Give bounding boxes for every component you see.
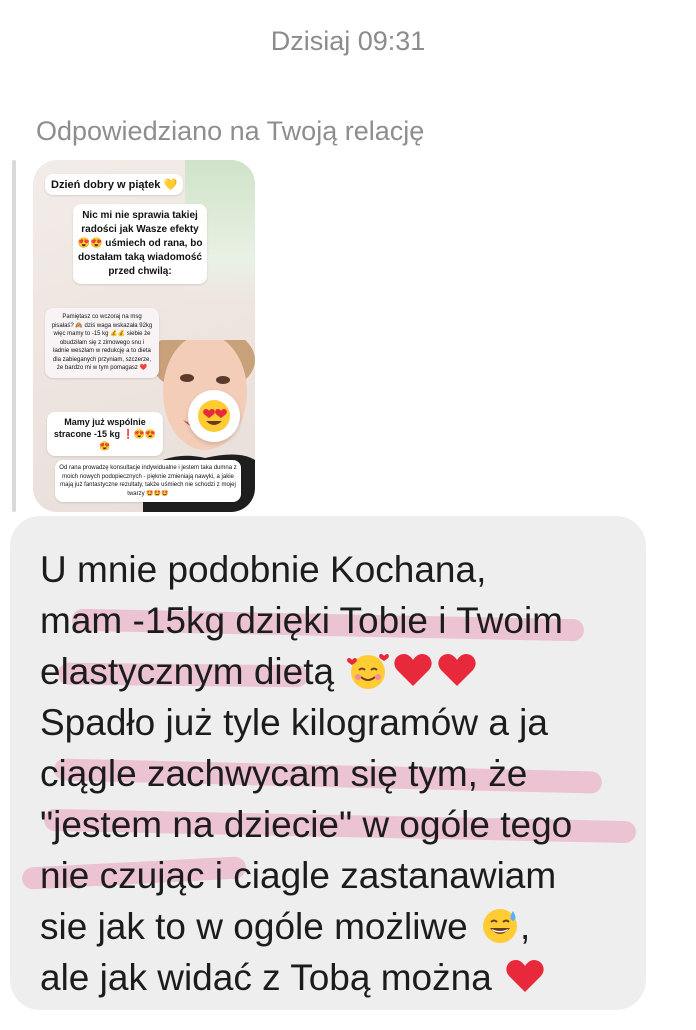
timestamp: Dzisiaj 09:31: [270, 26, 426, 56]
story-quoted-message: Pamiętasz co wczoraj na msg pisałaś? 🙈 d…: [45, 308, 159, 378]
story-main-text: Nic mi nie sprawia takiej radości jak Wa…: [73, 204, 207, 284]
story-together-text: Mamy już wspólnie stracone -15 kg ❗😍😍😍: [47, 412, 163, 456]
message-line: "jestem na dziecie" w ogóle tego: [40, 804, 573, 845]
story-greeting: Dzień dobry w piątek 💛: [45, 174, 184, 195]
message-line: sie jak to w ogóle możliwe ,: [40, 901, 640, 952]
message-line: mam -15kg dzięki Tobie i Twoim: [40, 600, 564, 641]
heart-eyes-emoji-icon: [188, 390, 240, 442]
message-line: U mnie podobnie Kochana,: [40, 549, 487, 590]
reply-context-label: Odpowiedziano na Twoją relację: [36, 116, 425, 146]
message-line: elastycznym dietą: [40, 646, 640, 697]
story-bottom-text: Od rana prowadzę konsultacje indywidualn…: [55, 460, 241, 502]
message-line: ciągle zachwycam się tym, że: [40, 753, 528, 794]
red-heart-icon: [394, 654, 433, 686]
message-line-text: ale jak widać z Tobą można: [40, 957, 492, 998]
smiling-face-with-hearts-icon: [347, 654, 390, 689]
message-line-text: elastycznym dietą: [40, 651, 335, 692]
red-heart-icon: [506, 960, 544, 992]
message-line: ale jak widać z Tobą można: [40, 952, 640, 1003]
quote-bar: [12, 160, 16, 512]
message-line: nie czując i ciagle zastanawiam: [40, 855, 557, 896]
red-heart-icon: [438, 654, 477, 686]
message-text: U mnie podobnie Kochana, mam -15kg dzięk…: [40, 544, 640, 1003]
message-line: Spadło już tyle kilogramów a ja: [40, 702, 548, 743]
grinning-sweat-icon: [483, 909, 518, 943]
story-thumbnail[interactable]: Dzień dobry w piątek 💛 Nic mi nie sprawi…: [33, 160, 255, 512]
message-line-suffix: ,: [520, 906, 531, 947]
message-line-text: sie jak to w ogóle możliwe: [40, 906, 468, 947]
